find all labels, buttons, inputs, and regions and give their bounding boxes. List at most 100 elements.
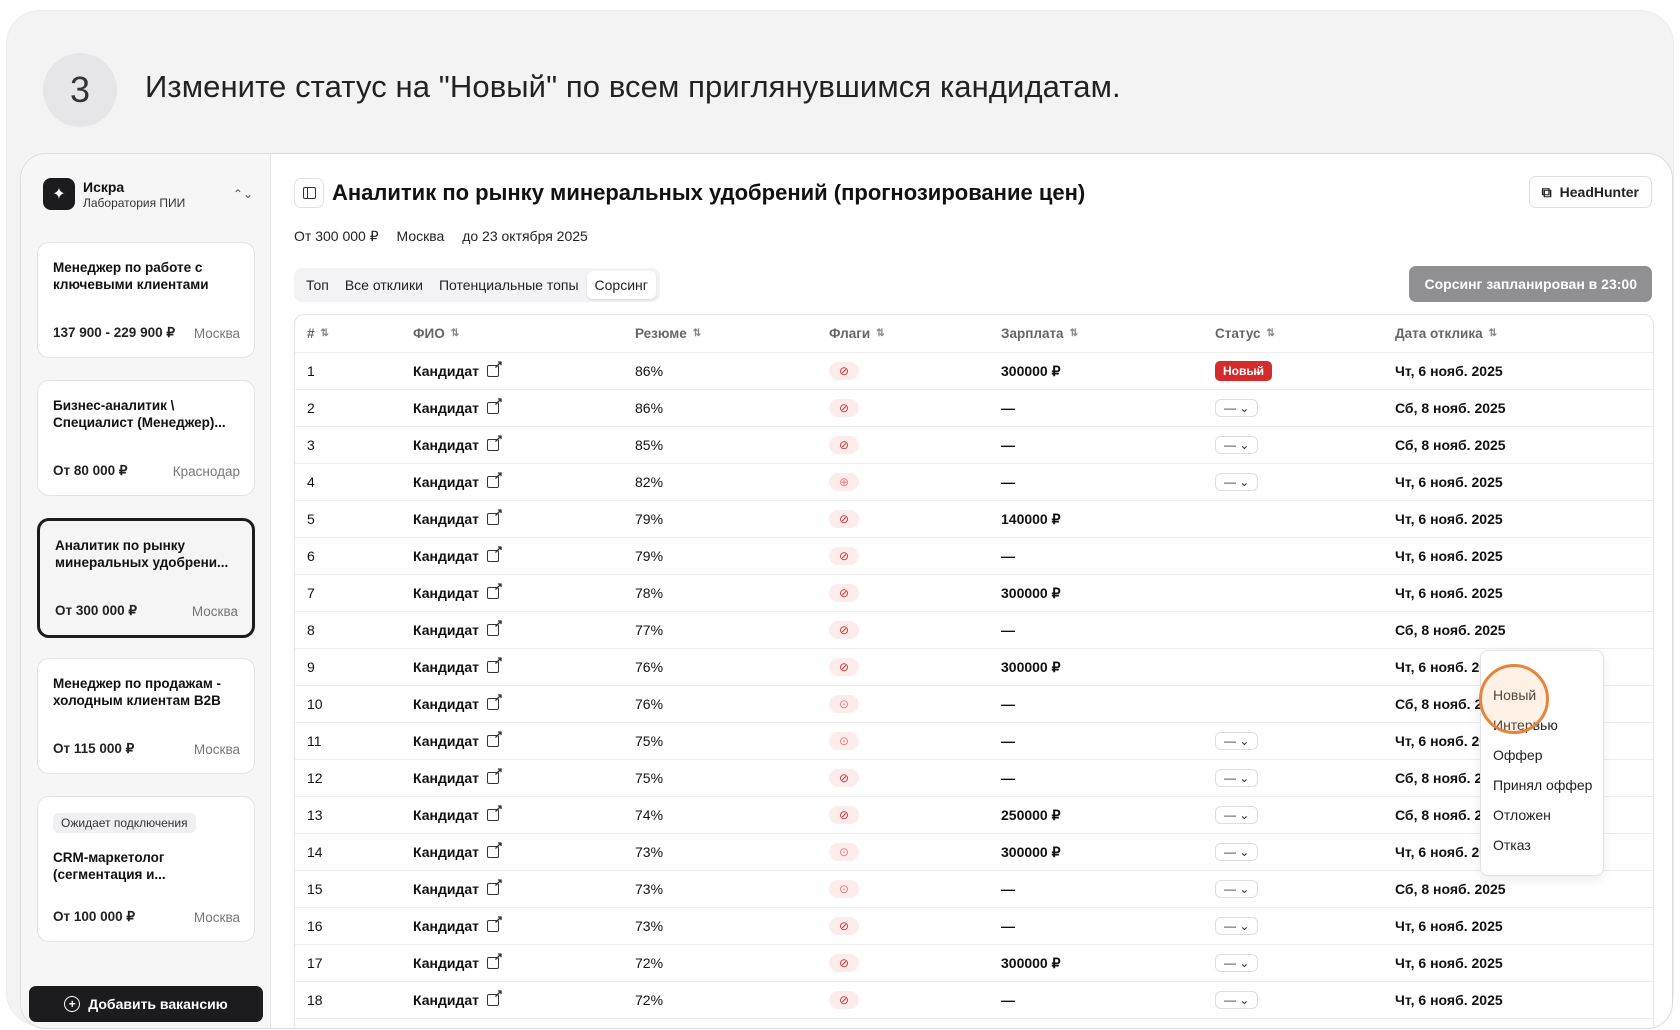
column-header-status[interactable]: Статус ⇅ [1215, 315, 1275, 352]
table-row[interactable]: 5 Кандидат 79% ⊘ 140000 ₽ Чт, 6 нояб. 2025 [295, 501, 1653, 538]
vacancy-card[interactable]: Менеджер по продажам - холодным клиентам… [37, 658, 255, 774]
column-header-name[interactable]: ФИО ⇅ [413, 315, 459, 352]
flag-icon[interactable]: ⊙ [829, 843, 859, 861]
add-vacancy-button[interactable]: + Добавить вакансию [29, 986, 263, 1022]
candidate-name[interactable]: Кандидат [413, 353, 503, 389]
status-new-badge[interactable]: Новый [1215, 361, 1272, 381]
status-select[interactable]: — ⌄ [1215, 843, 1259, 861]
status-select[interactable]: — ⌄ [1215, 732, 1259, 750]
column-header-flags[interactable]: Флаги ⇅ [829, 315, 885, 352]
flag-icon[interactable]: ⊙ [829, 732, 859, 750]
candidate-name[interactable]: Кандидат [413, 649, 503, 685]
flag-icon[interactable]: ⊘ [829, 362, 859, 380]
status-select[interactable]: — ⌄ [1215, 806, 1259, 824]
flag-icon[interactable]: ⊕ [829, 473, 859, 491]
table-row[interactable]: 10Кандидат76%⊙—Сб, 8 нояб. 2025 [295, 686, 1653, 723]
candidate-name[interactable]: Кандидат [413, 427, 503, 463]
table-row[interactable]: 17 Кандидат 72% ⊘ 300000 ₽ — ⌄ Чт, 6 нояб. 202… [295, 945, 1653, 982]
status-option-offer[interactable]: Оффер [1493, 747, 1543, 763]
flag-icon[interactable]: ⊙ [829, 695, 859, 713]
flag-icon[interactable]: ⊘ [829, 769, 859, 787]
candidate-name[interactable]: Кандидат [413, 871, 503, 907]
external-link-icon[interactable] [486, 469, 503, 488]
column-header-salary[interactable]: Зарплата ⇅ [1001, 315, 1078, 352]
table-row[interactable]: 7 Кандидат 78% ⊘ 300000 ₽ Чт, 6 нояб. 2025 [295, 575, 1653, 612]
external-link-icon[interactable] [486, 395, 503, 414]
external-link-icon[interactable] [486, 765, 503, 784]
external-link-icon[interactable] [486, 654, 503, 673]
status-select[interactable]: — ⌄ [1215, 473, 1259, 491]
flag-icon[interactable]: ⊘ [829, 954, 859, 972]
column-header-number[interactable]: # ⇅ [307, 315, 329, 352]
status-select[interactable]: — ⌄ [1215, 399, 1259, 417]
external-link-icon[interactable] [486, 691, 503, 710]
external-link-icon[interactable] [486, 580, 503, 599]
flag-icon[interactable]: ⊘ [829, 917, 859, 935]
external-link-icon[interactable] [486, 432, 503, 451]
status-option-rejected[interactable]: Отказ [1493, 837, 1531, 853]
candidate-name[interactable]: Кандидат [413, 982, 503, 1018]
sidebar-toggle-icon[interactable] [294, 178, 324, 208]
status-option-accepted-offer[interactable]: Принял оффер [1493, 777, 1592, 793]
candidate-name[interactable]: Кандидат [413, 686, 503, 722]
flag-icon[interactable]: ⊙ [829, 880, 859, 898]
flag-icon[interactable]: ⊘ [829, 991, 859, 1009]
table-row[interactable]: 8 Кандидат 77% ⊘ — Сб, 8 нояб. 2025 [295, 612, 1653, 649]
candidate-name[interactable]: Кандидат [413, 501, 503, 537]
flag-icon[interactable]: ⊘ [829, 621, 859, 639]
candidate-name[interactable]: Кандидат [413, 797, 503, 833]
table-row[interactable]: 12Кандидат75%⊘—— ⌄Сб, 8 нояб. 2025 [295, 760, 1653, 797]
flag-icon[interactable]: ⊘ [829, 436, 859, 454]
flag-icon[interactable]: ⊘ [829, 658, 859, 676]
table-row[interactable]: 4 Кандидат 82% ⊕ — — ⌄ Чт, 6 нояб. 2025 [295, 464, 1653, 501]
table-row[interactable]: 3 Кандидат 85% ⊘ — — ⌄ Сб, 8 нояб. 2025 [295, 427, 1653, 464]
column-header-date[interactable]: Дата отклика ⇅ [1395, 315, 1497, 352]
tab-top[interactable]: Топ [298, 271, 337, 299]
candidate-name[interactable]: Кандидат [413, 464, 503, 500]
external-link-icon[interactable] [486, 839, 503, 858]
flag-icon[interactable]: ⊘ [829, 399, 859, 417]
vacancy-card[interactable]: Бизнес-аналитик \ Специалист (Менеджер).… [37, 380, 255, 496]
flag-icon[interactable]: ⊘ [829, 547, 859, 565]
candidate-name[interactable]: Кандидат [413, 834, 503, 870]
external-link-icon[interactable] [486, 913, 503, 932]
table-row[interactable]: 14Кандидат73%⊙300000 ₽— ⌄Чт, 6 нояб. 202… [295, 834, 1653, 871]
vacancy-card[interactable]: Ожидает подключения CRM-маркетолог (сегм… [37, 796, 255, 942]
table-row[interactable]: 1 Кандидат 86% ⊘ 300000 ₽ Новый⌄ Чт, 6 нояб. 2… [295, 353, 1653, 390]
candidate-name[interactable]: Кандидат [413, 908, 503, 944]
external-link-icon[interactable] [486, 802, 503, 821]
status-select[interactable]: — ⌄ [1215, 880, 1259, 898]
table-row[interactable]: 16 Кандидат 73% ⊘ — — ⌄ Чт, 6 нояб. 2025 [295, 908, 1653, 945]
external-link-icon[interactable] [486, 987, 503, 1006]
status-select[interactable]: — ⌄ [1215, 917, 1259, 935]
table-row[interactable]: 6 Кандидат 79% ⊘ — Чт, 6 нояб. 2025 [295, 538, 1653, 575]
tab-all-responses[interactable]: Все отклики [337, 271, 431, 299]
candidate-name[interactable]: Кандидат [413, 723, 503, 759]
column-header-resume[interactable]: Резюме ⇅ [635, 315, 701, 352]
external-link-icon[interactable] [486, 543, 503, 562]
table-row[interactable]: 9Кандидат76%⊘300000 ₽Чт, 6 нояб. 2025 [295, 649, 1653, 686]
candidate-name[interactable]: Кандидат [413, 390, 503, 426]
candidate-name[interactable]: Кандидат [413, 612, 503, 648]
flag-icon[interactable]: ⊘ [829, 510, 859, 528]
external-link-icon[interactable] [486, 950, 503, 969]
vacancy-card[interactable]: Менеджер по работе с ключевыми клиентами… [37, 242, 255, 358]
table-row[interactable]: 18 Кандидат 72% ⊘ — — ⌄ Чт, 6 нояб. 2025 [295, 982, 1653, 1019]
headhunter-button[interactable]: ⧉ HeadHunter [1528, 176, 1652, 208]
status-select[interactable]: — ⌄ [1215, 436, 1259, 454]
external-link-icon[interactable] [486, 617, 503, 636]
candidate-name[interactable]: Кандидат [413, 575, 503, 611]
vacancy-card-active[interactable]: Аналитик по рынку минеральных удобрени..… [37, 518, 255, 638]
table-row[interactable]: 15 Кандидат 73% ⊙ — — ⌄ Сб, 8 нояб. 2025 [295, 871, 1653, 908]
external-link-icon[interactable] [486, 728, 503, 747]
flag-icon[interactable]: ⊘ [829, 584, 859, 602]
status-option-postponed[interactable]: Отложен [1493, 807, 1551, 823]
org-switcher[interactable]: ✦ Искра Лаборатория ПИИ ⌃⌄ [43, 174, 253, 214]
candidate-name[interactable]: Кандидат [413, 945, 503, 981]
tab-potential-tops[interactable]: Потенциальные топы [431, 271, 587, 299]
flag-icon[interactable]: ⊘ [829, 806, 859, 824]
candidate-name[interactable]: Кандидат [413, 760, 503, 796]
table-row[interactable]: 2 Кандидат 86% ⊘ — — ⌄ Сб, 8 нояб. 2025 [295, 390, 1653, 427]
table-row[interactable]: 13Кандидат74%⊘250000 ₽— ⌄Сб, 8 нояб. 202… [295, 797, 1653, 834]
status-select[interactable]: — ⌄ [1215, 954, 1259, 972]
